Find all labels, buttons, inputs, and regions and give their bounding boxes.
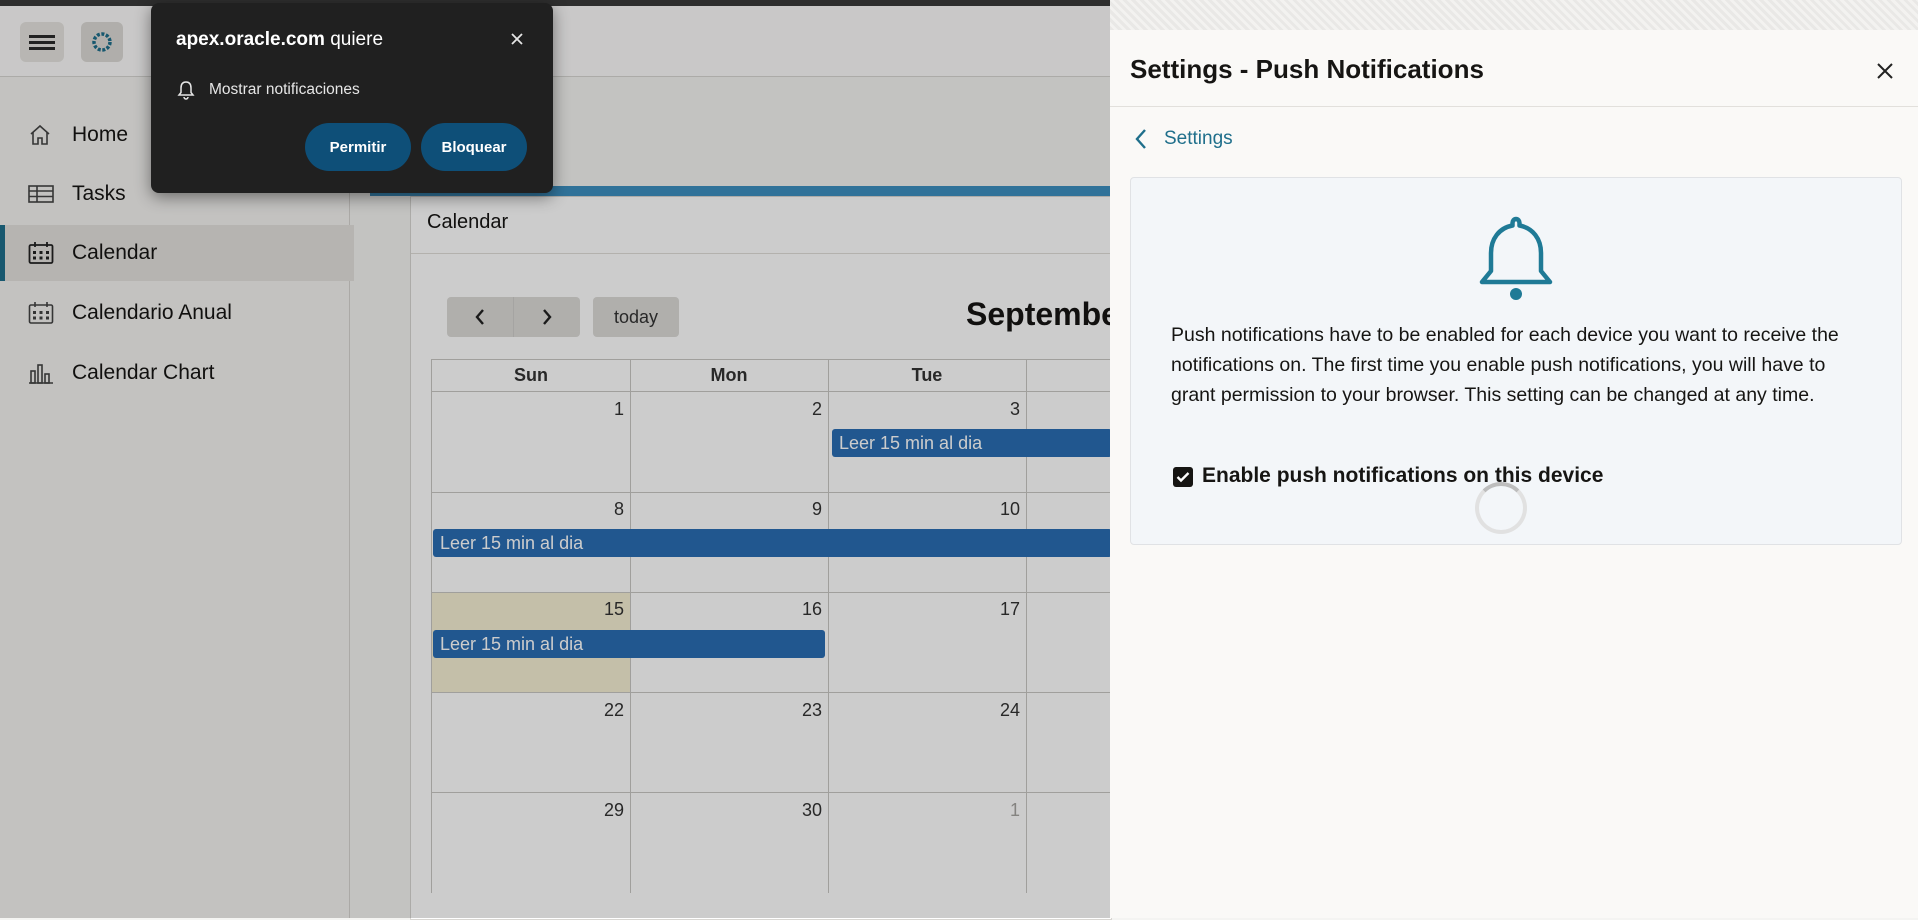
popup-site: apex.oracle.com <box>176 29 325 50</box>
enable-push-checkbox[interactable] <box>1173 467 1193 487</box>
push-notifications-drawer: Settings - Push Notifications Settings P… <box>1110 0 1918 918</box>
popup-permission-text: Mostrar notificaciones <box>209 81 360 98</box>
chevron-left-icon <box>1135 129 1146 149</box>
drawer-header: Settings - Push Notifications <box>1110 30 1918 107</box>
close-icon <box>511 33 523 45</box>
push-settings-card: Push notifications have to be enabled fo… <box>1130 177 1902 545</box>
bell-icon <box>177 81 195 100</box>
drawer-title: Settings - Push Notifications <box>1130 54 1484 84</box>
drawer-close-button[interactable] <box>1868 54 1902 88</box>
popup-close-button[interactable] <box>505 27 529 51</box>
loading-spinner <box>1475 482 1527 534</box>
popup-permission-row: Mostrar notificaciones <box>177 80 360 100</box>
enable-push-label[interactable]: Enable push notifications on this device <box>1202 464 1603 488</box>
back-link-label: Settings <box>1164 128 1233 149</box>
block-button[interactable]: Bloquear <box>421 123 527 171</box>
popup-title-suffix: quiere <box>330 29 384 50</box>
bell-icon-clapper <box>1510 288 1522 300</box>
push-description: Push notifications have to be enabled fo… <box>1171 324 1839 406</box>
notification-permission-popup: apex.oracle.com quiere Mostrar notificac… <box>151 3 553 193</box>
close-icon <box>1877 63 1893 79</box>
allow-button[interactable]: Permitir <box>305 123 411 171</box>
popup-title: apex.oracle.com quiere <box>176 29 383 51</box>
drawer-top-edge <box>1110 0 1918 30</box>
checkmark-icon <box>1176 472 1190 483</box>
settings-back-link[interactable]: Settings <box>1134 128 1233 150</box>
